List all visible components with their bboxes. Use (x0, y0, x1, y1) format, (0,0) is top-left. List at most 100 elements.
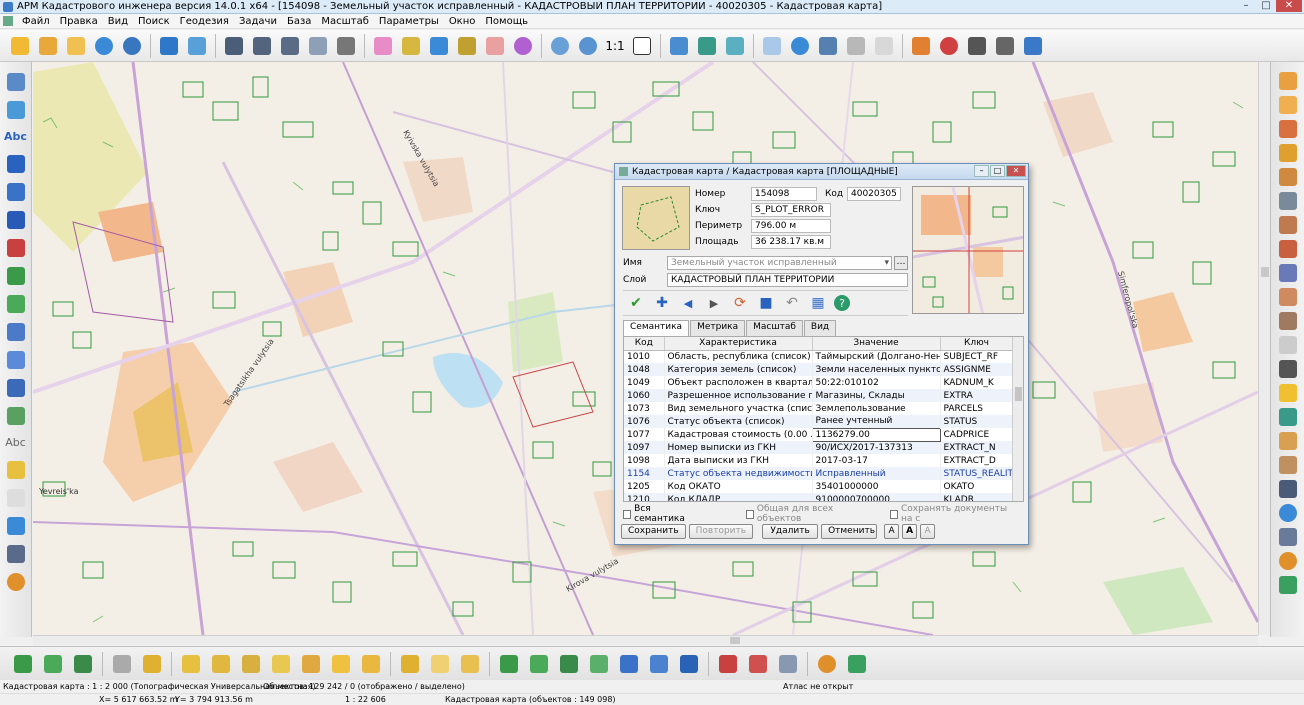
arrows-icon[interactable] (723, 34, 747, 58)
exit-icon[interactable] (1276, 573, 1300, 595)
cell-value-editor[interactable]: 1136279.00 (811, 427, 941, 442)
table-row[interactable]: 1076 Статус объекта (список) Ранее учтенны… (624, 415, 1014, 428)
polygon-green-icon[interactable] (4, 292, 28, 316)
xml-green-icon[interactable] (41, 652, 65, 676)
cancel-button[interactable]: Отменить (821, 524, 878, 539)
options-gear-icon[interactable] (815, 652, 839, 676)
grid-points-icon[interactable] (1276, 213, 1300, 235)
calendar-table-icon[interactable]: ▦ (808, 293, 828, 313)
menu-geodesy[interactable]: Геодезия (175, 16, 234, 27)
table-row[interactable]: 1210 Код КЛАДР 9100000700000 KLADR (624, 493, 1014, 501)
cell-value[interactable]: 50:22:010102 (812, 376, 941, 389)
tab-scale[interactable]: Масштаб (746, 320, 803, 336)
triangle-icon[interactable] (1276, 165, 1300, 187)
binoculars-search-icon[interactable] (250, 34, 274, 58)
tab-view[interactable]: Вид (803, 320, 837, 336)
xml-check4-icon[interactable] (587, 652, 611, 676)
house-icon[interactable] (1276, 429, 1300, 451)
sem-icon[interactable] (110, 652, 134, 676)
xml-check-icon[interactable] (497, 652, 521, 676)
binoculars-right-icon[interactable] (1276, 477, 1300, 499)
table-scrollbar[interactable] (1012, 337, 1023, 501)
paint-icon[interactable] (909, 34, 933, 58)
table-row[interactable]: 1073 Вид земельного участка (список) Земле… (624, 402, 1014, 415)
zoom-out-icon[interactable] (548, 34, 572, 58)
binoculars-icon[interactable] (222, 34, 246, 58)
minimize-button[interactable]: – (1236, 0, 1256, 12)
polygon-points-icon[interactable] (1276, 117, 1300, 139)
delete-points-icon[interactable] (4, 236, 28, 260)
style-object-icon[interactable] (511, 34, 535, 58)
dialog-titlebar[interactable]: Кадастровая карта / Кадастровая карта [П… (615, 164, 1028, 180)
table-row[interactable]: 1010 Область, республика (список) Таймырск… (624, 350, 1014, 363)
zoom-extent-icon[interactable] (630, 34, 654, 58)
open-dbm-icon[interactable] (64, 34, 88, 58)
table-row[interactable]: 1154Статус объекта недвижимости (списИсп… (624, 467, 1014, 480)
select-object-icon[interactable] (371, 34, 395, 58)
dbm-export-icon[interactable] (844, 34, 868, 58)
tab-metrics[interactable]: Метрика (690, 320, 746, 336)
xml-check2-icon[interactable] (527, 652, 551, 676)
cell-value[interactable]: Магазины, Склады (812, 389, 941, 402)
name-browse-button[interactable]: … (894, 255, 908, 270)
scissors-icon[interactable] (4, 376, 28, 400)
document-icon[interactable] (3, 16, 13, 26)
open-folder-icon[interactable] (8, 34, 32, 58)
menu-scale[interactable]: Масштаб (316, 16, 374, 27)
text-tool-icon[interactable]: Abc (4, 126, 27, 148)
cell-value[interactable]: 2017-03-17 (812, 454, 941, 467)
column-header-characteristic[interactable]: Характеристика (664, 337, 813, 351)
table-row[interactable]: 1097 Номер выписки из ГКН 90/ИСХ/2017-1373… (624, 441, 1014, 454)
menu-parameters[interactable]: Параметры (374, 16, 444, 27)
font-small-button[interactable]: A (884, 524, 900, 539)
scroll-thumb[interactable] (1015, 387, 1022, 401)
undo-arrow-icon[interactable] (4, 514, 28, 538)
window-view-icon[interactable] (667, 34, 691, 58)
points-list-icon[interactable] (1276, 93, 1300, 115)
gear-right-icon[interactable] (1276, 549, 1300, 571)
settings-gear-icon[interactable] (4, 570, 28, 594)
save-documents-checkbox[interactable]: Сохранять документы на с (889, 504, 1014, 524)
layers-icon[interactable] (157, 34, 181, 58)
undo-icon[interactable]: ↶ (782, 293, 802, 313)
list-icon[interactable] (334, 34, 358, 58)
refresh-object-icon[interactable]: ⟳ (730, 293, 750, 313)
save-disk-icon[interactable]: ■ (756, 293, 776, 313)
delete-object-icon[interactable] (483, 34, 507, 58)
check-icon[interactable] (695, 34, 719, 58)
xml-plan-icon[interactable] (398, 652, 422, 676)
table-row[interactable]: 1060Разрешенное использование по докМага… (624, 389, 1014, 402)
column-header-code[interactable]: Код (624, 337, 665, 351)
menu-database[interactable]: База (282, 16, 316, 27)
xml-yellow-icon[interactable] (329, 652, 353, 676)
exit-door-icon[interactable] (845, 652, 869, 676)
xml-check3-icon[interactable] (557, 652, 581, 676)
scroll-thumb[interactable] (730, 637, 740, 644)
table-row[interactable]: 1205 Код ОКАТО 35401000000 OKATO (624, 480, 1014, 493)
table-row[interactable]: 1098 Дата выписки из ГКН 2017-03-17 EXTRACT… (624, 454, 1014, 467)
dialog-minimize-button[interactable]: – (974, 165, 989, 177)
print-icon[interactable] (965, 34, 989, 58)
printer-icon[interactable] (1276, 357, 1300, 379)
map-layer-icon[interactable] (1276, 405, 1300, 427)
table-row[interactable]: 1049Объект расположен в квартале с ка50:… (624, 376, 1014, 389)
close-button[interactable]: ✕ (1276, 0, 1302, 12)
xml-blue-icon[interactable] (617, 652, 641, 676)
xml-plan2-icon[interactable] (428, 652, 452, 676)
dialog-maximize-button[interactable]: □ (990, 165, 1005, 177)
xml-import-icon[interactable] (11, 652, 35, 676)
print-preview-icon[interactable] (993, 34, 1017, 58)
cell-value[interactable]: Исправленный (812, 467, 941, 480)
kpt-xml-icon[interactable] (179, 652, 203, 676)
menu-window[interactable]: Окно (444, 16, 481, 27)
route-icon[interactable] (1276, 237, 1300, 259)
yellow-doc-icon[interactable] (1276, 381, 1300, 403)
house-grid-icon[interactable] (1276, 453, 1300, 475)
zu-icon[interactable] (269, 652, 293, 676)
checkbox-box[interactable] (889, 509, 899, 519)
ktt-icon[interactable] (239, 652, 263, 676)
map-horizontal-scrollbar[interactable] (33, 635, 1258, 645)
rectangle-icon[interactable] (4, 180, 28, 204)
node-icon[interactable] (4, 348, 28, 372)
add-semantic-icon[interactable]: ✚ (652, 293, 672, 313)
